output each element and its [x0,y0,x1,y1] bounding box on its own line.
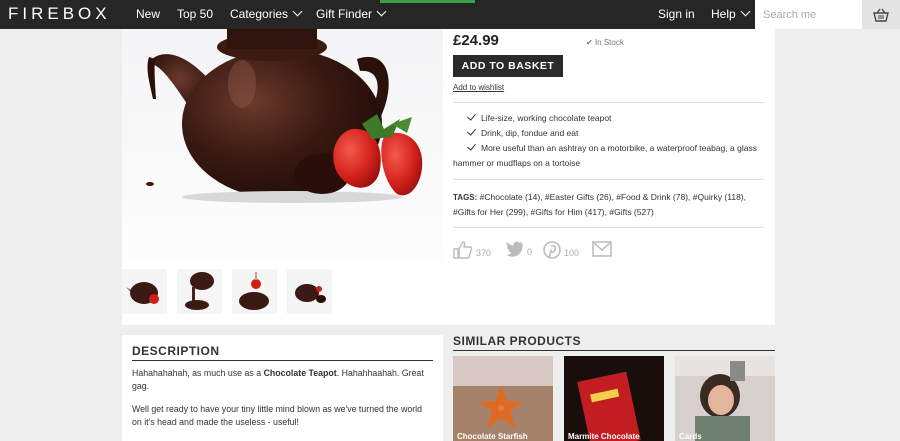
tag-link[interactable]: #Chocolate (14) [480,192,540,202]
divider [453,102,764,103]
feature-text: More useful than an ashtray on a motorbi… [453,143,757,168]
teapot-pouring-image [185,272,214,310]
envelope-icon [592,241,612,257]
description-panel: DESCRIPTION Hahahahahah, as much use as … [122,335,443,441]
product-card: £24.99 ✔ In Stock ADD TO BASKET Add to w… [122,29,775,325]
teapot-dip-image [239,272,269,310]
description-paragraph: Well get ready to have your tiny little … [132,404,423,427]
stock-label: In Stock [594,38,624,47]
check-icon [467,126,476,136]
sign-in-link[interactable]: Sign in [658,7,695,21]
like-count: 370 [476,248,492,258]
thumbs-up-icon [453,241,473,259]
tag-link[interactable]: #Food & Drink (78) [616,192,688,202]
teapot-thumbnail-image [126,282,159,304]
check-icon [467,111,476,121]
marmite-chocolate-image [564,356,664,441]
thumbnail-3[interactable] [232,269,277,314]
tag-link[interactable]: #Gifts for Her (299) [453,207,526,217]
pinterest-share-button[interactable]: 100 [543,241,579,259]
feature-text: Drink, dip, fondue and eat [481,128,579,138]
nav-top-50-label: Top 50 [177,7,214,21]
thumbnail-1[interactable] [122,269,167,314]
nav-top-50[interactable]: Top 50 [177,7,213,21]
teapot-pieces-image [295,284,326,303]
search-input[interactable] [755,0,862,29]
nav-categories-label: Categories [230,7,289,21]
nav-gift-finder-label: Gift Finder [316,7,373,21]
nav-new-label: New [136,7,161,21]
similar-product-label: Cards [679,432,702,441]
divider [453,350,775,351]
feature-item: Drink, dip, fondue and eat [453,126,764,141]
basket-button[interactable] [862,0,900,29]
description-paragraph: Hahahahahah, as much use as a Chocolate … [132,367,432,393]
product-price: £24.99 [453,32,499,49]
twitter-share-button[interactable]: 0 [506,241,532,257]
sign-in-label: Sign in [658,7,695,21]
add-to-wishlist-link[interactable]: Add to wishlist [453,83,504,92]
chocolate-starfish-image [453,356,553,441]
nav-categories[interactable]: Categories [230,6,303,21]
divider [132,360,433,361]
email-share-button[interactable] [592,241,612,257]
similar-product-label: Chocolate Starfish [457,432,528,441]
tags-section: TAGS: #Chocolate (14), #Easter Gifts (26… [453,192,747,217]
similar-product-2[interactable]: Marmite Chocolate [564,356,664,441]
tag-link[interactable]: #Quirky (118) [693,192,744,202]
tag-link[interactable]: #Gifts (527) [609,207,653,217]
divider [453,179,764,180]
divider [453,227,764,228]
nav-new[interactable]: New [136,7,160,21]
product-name-bold: Chocolate Teapot [263,368,337,378]
tag-link[interactable]: #Easter Gifts (26) [545,192,612,202]
check-icon: ✔ [586,38,593,47]
person-photo-image [675,356,775,441]
similar-products-heading: SIMILAR PRODUCTS [453,334,581,348]
nav-gift-finder[interactable]: Gift Finder [316,6,387,21]
feature-text: Life-size, working chocolate teapot [481,113,612,123]
help-label: Help [711,7,736,21]
top-navigation-bar: FIREBOX New Top 50 Categories Gift Finde… [0,0,900,29]
thumbnail-4[interactable] [287,269,332,314]
facebook-like-button[interactable]: 370 [453,241,491,259]
description-text: Hahahahahah, as much use as a [132,368,264,378]
tags-label: TAGS: [453,193,478,202]
tag-link[interactable]: #Gifts for Him (417) [530,207,604,217]
product-main-image[interactable] [122,29,443,262]
stock-status: ✔ In Stock [586,38,624,47]
feature-list: Life-size, working chocolate teapot Drin… [453,111,764,171]
tweet-count: 0 [527,247,533,257]
check-icon [467,141,476,151]
chevron-down-icon [376,6,387,17]
basket-icon [873,8,889,22]
pin-count: 100 [564,248,580,258]
chevron-down-icon [740,6,751,17]
chevron-down-icon [292,6,303,17]
active-indicator [380,0,475,3]
chocolate-teapot-image [146,29,423,203]
add-to-basket-button[interactable]: ADD TO BASKET [453,55,563,77]
description-heading: DESCRIPTION [132,344,220,358]
firebox-logo[interactable]: FIREBOX [8,4,111,24]
similar-product-1[interactable]: Chocolate Starfish [453,356,553,441]
similar-product-3[interactable]: Cards [675,356,775,441]
help-menu[interactable]: Help [711,6,751,21]
similar-product-label: Marmite Chocolate [568,432,640,441]
feature-item: More useful than an ashtray on a motorbi… [453,141,764,171]
feature-item: Life-size, working chocolate teapot [453,111,764,126]
thumbnail-2[interactable] [177,269,222,314]
twitter-bird-icon [506,241,524,257]
pinterest-icon [543,241,561,259]
